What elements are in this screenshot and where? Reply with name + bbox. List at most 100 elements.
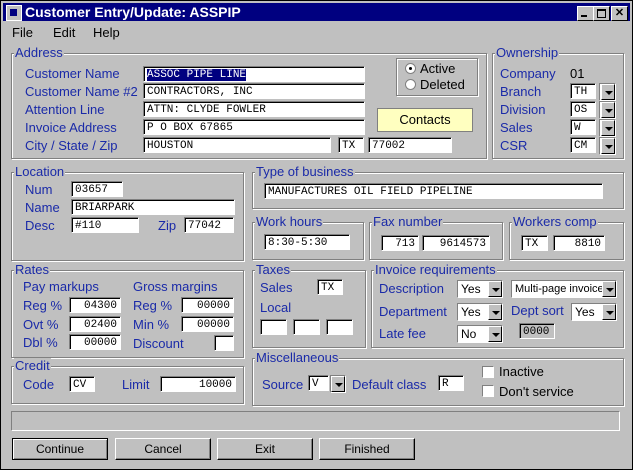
credit-code-field[interactable]: CV	[69, 376, 95, 392]
fax-number-field[interactable]: 9614573	[422, 235, 490, 251]
csr-field[interactable]: CM	[570, 137, 596, 153]
invoice-address-field[interactable]: P O BOX 67865	[143, 119, 365, 135]
default-class-field[interactable]: R	[438, 375, 464, 391]
ovt-markup-field[interactable]: 02400	[69, 316, 121, 332]
customer-entry-window: Customer Entry/Update: ASSPIP ✕ File Edi…	[0, 0, 633, 470]
cancel-button[interactable]: Cancel	[115, 438, 211, 460]
chevron-down-icon	[601, 102, 615, 118]
continue-button[interactable]: Continue	[12, 438, 108, 460]
location-group-title: Location	[14, 164, 66, 179]
multipage-invoice-dropdown[interactable]: Multi-page invoice	[511, 280, 617, 298]
source-dropdown[interactable]	[330, 375, 346, 393]
ownership-group-title: Ownership	[495, 45, 560, 60]
reg-markup-field[interactable]: 04300	[69, 297, 121, 313]
location-desc-field[interactable]: #110	[71, 217, 139, 233]
exit-button[interactable]: Exit	[217, 438, 313, 460]
close-button[interactable]: ✕	[611, 6, 628, 21]
gm-reg-field[interactable]: 00000	[181, 297, 234, 313]
chevron-down-icon	[602, 281, 616, 297]
contacts-button[interactable]: Contacts	[377, 108, 473, 132]
late-fee-code-field: 0000	[519, 323, 555, 339]
division-dropdown[interactable]	[599, 101, 616, 119]
location-name-field[interactable]: BRIARPARK	[71, 199, 235, 215]
branch-dropdown[interactable]	[599, 83, 616, 101]
sales-label: Sales	[500, 120, 533, 135]
sales-dropdown[interactable]	[599, 119, 616, 137]
minimize-button[interactable]	[577, 6, 594, 21]
menu-file[interactable]: File	[12, 25, 33, 40]
close-icon: ✕	[614, 7, 625, 19]
location-desc-label: Desc	[25, 218, 55, 233]
chevron-down-icon	[488, 281, 502, 297]
attention-field[interactable]: ATTN: CLYDE FOWLER	[143, 101, 365, 117]
inactive-label: Inactive	[499, 364, 544, 379]
maximize-button[interactable]	[593, 6, 610, 21]
tax-sales-field[interactable]: TX	[317, 279, 343, 295]
description-dropdown[interactable]: Yes	[457, 280, 503, 298]
rates-group-title: Rates	[14, 262, 50, 277]
work-hours-field[interactable]: 8:30-5:30	[264, 234, 350, 250]
customer-name2-field[interactable]: CONTRACTORS, INC	[143, 83, 365, 99]
min-margin-field[interactable]: 00000	[181, 316, 234, 332]
division-field[interactable]: OS	[570, 101, 596, 117]
app-icon[interactable]	[6, 5, 22, 21]
source-field[interactable]: V	[308, 375, 329, 391]
finished-button[interactable]: Finished	[319, 438, 415, 460]
csr-dropdown[interactable]	[599, 137, 616, 155]
workers-comp-group-title: Workers comp	[512, 214, 598, 229]
credit-limit-field[interactable]: 10000	[160, 376, 236, 392]
division-label: Division	[500, 102, 546, 117]
chevron-down-icon	[331, 376, 345, 392]
active-radio[interactable]	[405, 63, 416, 74]
sales-field[interactable]: W	[570, 119, 596, 135]
dont-service-label: Don't service	[499, 384, 574, 399]
late-fee-dropdown[interactable]: No	[457, 325, 503, 343]
department-label: Department	[379, 304, 447, 319]
tax-sales-label: Sales	[260, 280, 293, 295]
dbl-label: Dbl %	[23, 335, 58, 350]
location-zip-label: Zip	[158, 218, 177, 233]
ovt-label: Ovt %	[23, 317, 59, 332]
dept-sort-dropdown[interactable]: Yes	[571, 303, 617, 321]
discount-field[interactable]	[214, 335, 234, 351]
inactive-checkbox[interactable]	[482, 366, 494, 378]
company-label: Company	[500, 66, 556, 81]
company-value: 01	[570, 66, 585, 81]
description-label: Description	[379, 281, 445, 296]
maximize-icon	[597, 9, 606, 18]
location-name-label: Name	[25, 200, 60, 215]
tax-local-field-3[interactable]	[326, 319, 353, 335]
tax-local-label: Local	[260, 300, 292, 315]
branch-field[interactable]: TH	[570, 83, 596, 99]
csr-label: CSR	[500, 138, 528, 153]
customer-name-field[interactable]: ASSOC PIPE LINE	[143, 66, 365, 82]
dont-service-checkbox[interactable]	[482, 385, 494, 397]
chevron-down-icon	[601, 138, 615, 154]
invoice-requirements-group-title: Invoice requirements	[374, 262, 497, 277]
minimize-icon	[581, 15, 587, 17]
workers-comp-state-field[interactable]: TX	[521, 235, 548, 251]
dbl-markup-field[interactable]: 00000	[69, 334, 121, 350]
deleted-radio[interactable]	[405, 79, 416, 90]
department-dropdown[interactable]: Yes	[457, 303, 503, 321]
taxes-group-title: Taxes	[255, 262, 291, 277]
fax-area-field[interactable]: 713	[381, 235, 419, 251]
tax-local-field-1[interactable]	[260, 319, 287, 335]
menu-edit[interactable]: Edit	[53, 25, 75, 40]
status-bar	[11, 411, 620, 431]
customer-name2-label: Customer Name #2	[25, 84, 138, 99]
min-label: Min %	[133, 317, 170, 332]
workers-comp-code-field[interactable]: 8810	[553, 235, 605, 251]
city-state-zip-label: City / State / Zip	[25, 138, 118, 153]
tax-local-field-2[interactable]	[293, 319, 320, 335]
business-type-field[interactable]: MANUFACTURES OIL FIELD PIPELINE	[264, 183, 603, 199]
menu-bar: File Edit Help	[3, 23, 630, 41]
chevron-down-icon	[488, 304, 502, 320]
state-field[interactable]: TX	[338, 137, 364, 153]
zip-field[interactable]: 77002	[368, 137, 452, 153]
city-field[interactable]: HOUSTON	[143, 137, 331, 153]
menu-help[interactable]: Help	[93, 25, 120, 40]
location-zip-field[interactable]: 77042	[184, 217, 234, 233]
location-num-field[interactable]: 03657	[71, 181, 123, 197]
branch-label: Branch	[500, 84, 542, 99]
